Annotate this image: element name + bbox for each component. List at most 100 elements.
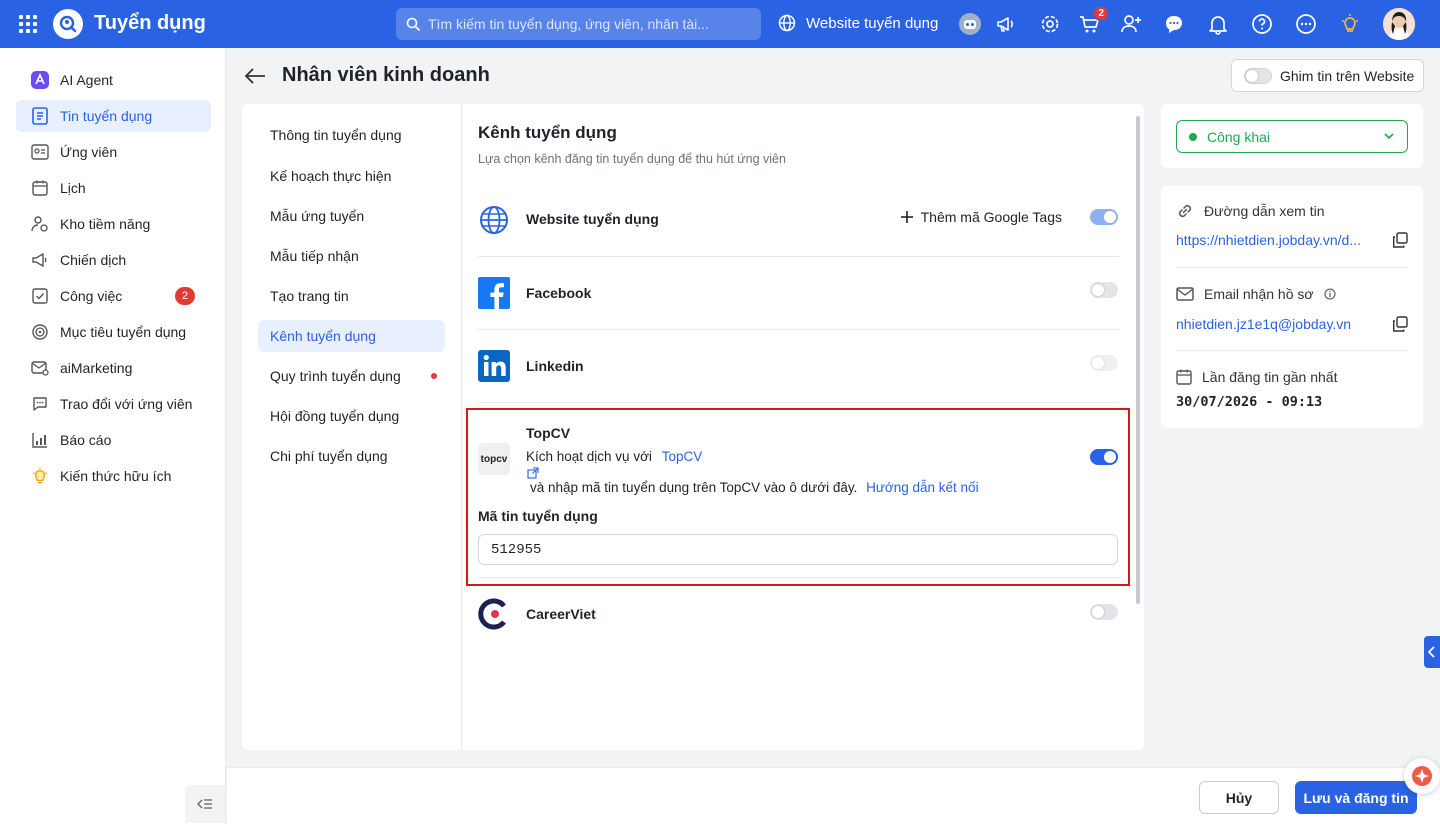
unsaved-dot xyxy=(431,373,437,379)
bell-icon[interactable] xyxy=(1204,10,1232,38)
back-arrow-icon[interactable] xyxy=(243,64,267,91)
sidebar-item-goals[interactable]: Mục tiêu tuyển dụng xyxy=(16,316,211,348)
settings-icon[interactable] xyxy=(1036,10,1064,38)
settings-menu: Thông tin tuyển dụng Kế hoạch thực hiện … xyxy=(242,104,462,750)
sidebar-item-candidates[interactable]: Ứng viên xyxy=(16,136,211,168)
sidebar-item-label: Kho tiềm năng xyxy=(60,216,151,232)
sidebar-item-label: aiMarketing xyxy=(60,360,133,376)
global-search[interactable] xyxy=(396,8,761,40)
search-input[interactable] xyxy=(428,16,748,32)
last-post-label: Lần đăng tin gần nhất xyxy=(1202,369,1338,385)
facebook-channel-toggle[interactable] xyxy=(1090,282,1118,298)
user-avatar[interactable] xyxy=(1383,8,1415,40)
channel-name-facebook: Facebook xyxy=(526,285,592,301)
section-title: Kênh tuyển dụng xyxy=(478,123,617,142)
more-icon[interactable] xyxy=(1292,10,1320,38)
expand-panel-icon[interactable] xyxy=(1424,636,1440,668)
copy-email-icon[interactable] xyxy=(1392,316,1408,335)
megaphone-icon[interactable] xyxy=(992,10,1020,38)
megaphone-icon xyxy=(31,251,49,269)
cart-icon[interactable]: 2 xyxy=(1075,6,1109,38)
scrollbar[interactable] xyxy=(1136,116,1140,604)
sidebar-item-calendar[interactable]: Lịch xyxy=(16,172,211,204)
divider xyxy=(1176,267,1408,268)
collapse-sidebar-icon[interactable] xyxy=(185,785,225,823)
section-subtitle: Lựa chọn kênh đăng tin tuyển dụng để thu… xyxy=(478,152,786,166)
divider xyxy=(1176,350,1408,351)
sidebar-item-label: Tin tuyển dụng xyxy=(60,108,153,124)
task-icon xyxy=(31,287,49,305)
website-link[interactable]: Website tuyển dụng xyxy=(778,14,938,32)
post-info-card: Đường dẫn xem tin https://nhietdien.jobd… xyxy=(1161,186,1423,428)
menu-item-application-form[interactable]: Mẫu ứng tuyển xyxy=(258,200,445,232)
careerviet-channel-toggle[interactable] xyxy=(1090,604,1118,620)
main-card: Thông tin tuyển dụng Kế hoạch thực hiện … xyxy=(242,104,1144,750)
sidebar-item-label: Chiến dịch xyxy=(60,252,127,268)
sidebar-item-label: Công việc xyxy=(60,288,123,304)
add-google-tags-button[interactable]: Thêm mã Google Tags xyxy=(900,209,1062,225)
plus-icon xyxy=(900,211,913,223)
status-dot xyxy=(1189,132,1197,141)
linkedin-channel-toggle[interactable] xyxy=(1090,355,1118,371)
menu-item-process[interactable]: Quy trình tuyển dụng xyxy=(258,360,445,392)
ai-assistant-icon[interactable] xyxy=(1404,758,1440,794)
channel-name-careerviet: CareerViet xyxy=(526,606,596,622)
copy-link-icon[interactable] xyxy=(1392,232,1408,251)
calendar-icon xyxy=(1176,369,1192,385)
help-icon[interactable] xyxy=(1248,10,1276,38)
page-title: Nhân viên kinh doanh xyxy=(282,64,490,86)
last-post-value: 30/07/2026 - 09:13 xyxy=(1176,394,1323,410)
sidebar-item-knowledge[interactable]: Kiến thức hữu ích xyxy=(16,460,211,492)
app-grid-icon[interactable] xyxy=(18,14,38,34)
email-label-row: Email nhận hồ sơ xyxy=(1176,286,1336,302)
sidebar-item-label: AI Agent xyxy=(60,72,113,88)
sidebar-item-label: Trao đổi với ứng viên xyxy=(60,396,193,412)
sidebar-item-label: Kiến thức hữu ích xyxy=(60,468,172,484)
sidebar-item-ai-marketing[interactable]: aiMarketing xyxy=(16,352,211,384)
view-link-label-row: Đường dẫn xem tin xyxy=(1176,202,1325,220)
chat-icon[interactable] xyxy=(1160,10,1188,38)
visibility-value: Công khai xyxy=(1207,128,1271,145)
sidebar-item-label: Lịch xyxy=(60,180,86,196)
visibility-select[interactable]: Công khai xyxy=(1176,120,1408,153)
app-logo-icon xyxy=(53,9,83,39)
add-user-icon[interactable] xyxy=(1117,10,1145,38)
calendar-icon xyxy=(31,179,49,197)
save-and-publish-button[interactable]: Lưu và đăng tin xyxy=(1295,781,1417,814)
pin-switch[interactable] xyxy=(1244,67,1272,84)
email-value[interactable]: nhietdien.jz1e1q@jobday.vn xyxy=(1176,316,1351,332)
view-link[interactable]: https://nhietdien.jobday.vn/d... xyxy=(1176,232,1361,248)
menu-item-channels[interactable]: Kênh tuyển dụng xyxy=(258,320,445,352)
bot-avatar-icon[interactable] xyxy=(956,10,984,38)
info-icon[interactable] xyxy=(1324,288,1336,300)
sidebar-item-job-posts[interactable]: Tin tuyển dụng xyxy=(16,100,211,132)
view-link-label: Đường dẫn xem tin xyxy=(1204,203,1325,219)
cancel-button[interactable]: Hủy xyxy=(1199,781,1279,814)
sidebar-item-tasks[interactable]: Công việc 2 xyxy=(16,280,211,312)
sidebar-item-campaigns[interactable]: Chiến dịch xyxy=(16,244,211,276)
website-channel-toggle[interactable] xyxy=(1090,209,1118,225)
menu-item-costs[interactable]: Chi phí tuyển dụng xyxy=(258,440,445,472)
target-icon xyxy=(31,323,49,341)
menu-item-plan[interactable]: Kế hoạch thực hiện xyxy=(258,160,445,192)
footer-bar: Hủy Lưu và đăng tin xyxy=(227,767,1440,824)
menu-item-committee[interactable]: Hội đồng tuyển dụng xyxy=(258,400,445,432)
sidebar-item-candidate-chat[interactable]: Trao đổi với ứng viên xyxy=(16,388,211,420)
sidebar-item-ai-agent[interactable]: AI Agent xyxy=(16,64,211,96)
menu-item-job-info[interactable]: Thông tin tuyển dụng xyxy=(258,119,445,151)
pin-on-website-toggle[interactable]: Ghim tin trên Website xyxy=(1231,59,1424,92)
search-icon xyxy=(406,17,420,31)
menu-item-intake-form[interactable]: Mẫu tiếp nhận xyxy=(258,240,445,272)
chat-icon xyxy=(31,395,49,413)
email-label: Email nhận hồ sơ xyxy=(1204,286,1314,302)
highlight-box xyxy=(466,408,1130,586)
sidebar-item-reports[interactable]: Báo cáo xyxy=(16,424,211,456)
cart-badge: 2 xyxy=(1093,6,1109,21)
sidebar-item-talent-pool[interactable]: Kho tiềm năng xyxy=(16,208,211,240)
job-post-icon xyxy=(31,107,49,125)
lightbulb-icon[interactable] xyxy=(1336,10,1364,38)
menu-item-create-page[interactable]: Tạo trang tin xyxy=(258,280,445,312)
sidebar-item-label: Báo cáo xyxy=(60,432,112,448)
globe-icon xyxy=(778,14,796,32)
mail-icon xyxy=(1176,287,1194,301)
